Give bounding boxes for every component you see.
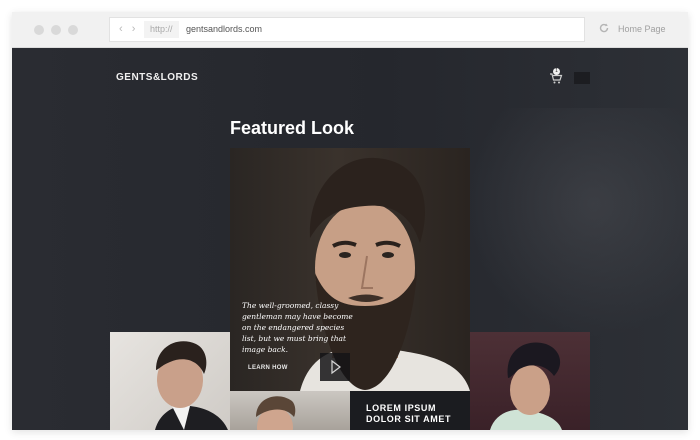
- model-photo-right: [490, 342, 562, 430]
- window-dot-maximize[interactable]: [68, 25, 78, 35]
- background-texture: [452, 108, 688, 348]
- style-tile-bottom[interactable]: [230, 391, 350, 430]
- website-viewport: GENTS&LORDS 1 Featured Look The well-gro…: [12, 48, 688, 430]
- url-protocol: http://: [144, 21, 179, 38]
- model-photo-bottom: [256, 396, 296, 430]
- hero-quote: The well-groomed, classy gentleman may h…: [242, 301, 353, 354]
- browser-frame: ‹ › http:// gentsandlords.com Home Page …: [12, 12, 688, 430]
- site-logo[interactable]: GENTS&LORDS: [116, 72, 198, 83]
- address-bar[interactable]: ‹ › http:// gentsandlords.com: [109, 17, 585, 42]
- nav-arrows-icon[interactable]: ‹ ›: [119, 23, 138, 35]
- style-tile-left[interactable]: [110, 332, 230, 430]
- reload-icon[interactable]: [598, 22, 610, 34]
- play-button[interactable]: [320, 353, 350, 381]
- play-icon: [331, 359, 341, 375]
- cart-count-badge: 1: [553, 68, 560, 75]
- window-dot-minimize[interactable]: [51, 25, 61, 35]
- window-dot-close[interactable]: [34, 25, 44, 35]
- featured-look-title: Featured Look: [230, 118, 355, 138]
- featured-look-card[interactable]: The well-groomed, classy gentleman may h…: [230, 148, 470, 391]
- url-text[interactable]: gentsandlords.com: [186, 24, 262, 34]
- style-tile-right[interactable]: [470, 332, 590, 430]
- home-page-link[interactable]: Home Page: [618, 24, 666, 34]
- learn-how-link[interactable]: LEARN HOW: [248, 365, 288, 371]
- lorem-tile[interactable]: LOREM IPSUM DOLOR SIT AMET: [350, 391, 470, 430]
- menu-icon[interactable]: [574, 72, 590, 84]
- lorem-tile-text: LOREM IPSUM DOLOR SIT AMET: [366, 403, 452, 424]
- model-photo-left: [155, 341, 228, 430]
- browser-chrome: ‹ › http:// gentsandlords.com Home Page: [12, 12, 688, 48]
